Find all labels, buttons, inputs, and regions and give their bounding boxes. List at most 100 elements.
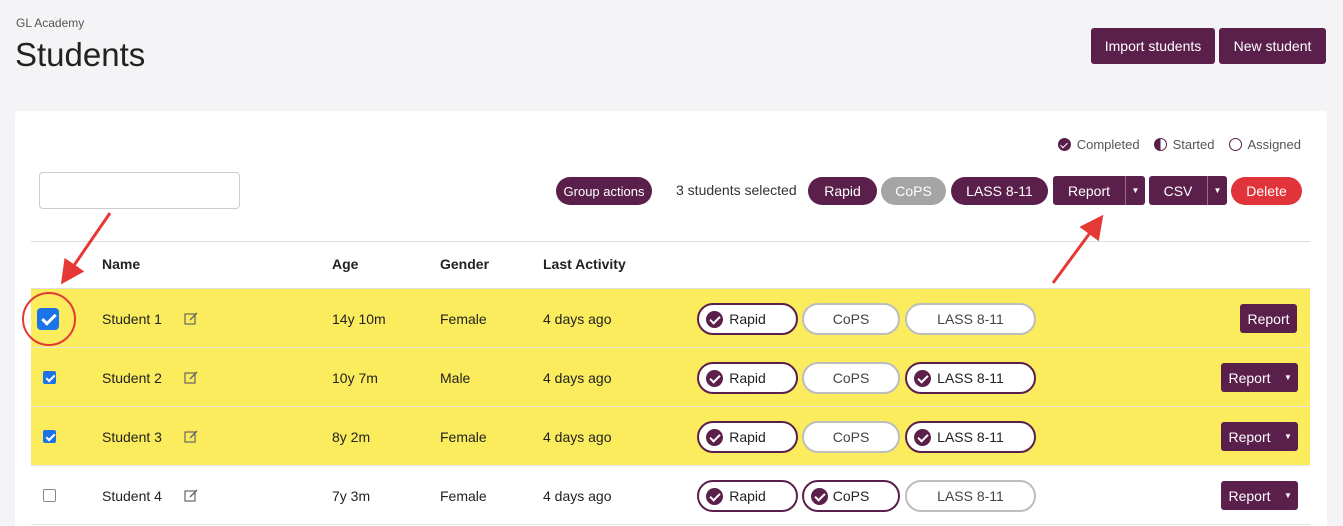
legend-assigned: Assigned xyxy=(1228,137,1301,152)
test-pill-label: LASS 8-11 xyxy=(937,488,1004,504)
student-age: 10y 7m xyxy=(332,369,378,386)
col-header-name[interactable]: Name xyxy=(102,256,140,272)
search-input[interactable] xyxy=(39,172,240,209)
test-pill[interactable]: CoPS xyxy=(802,362,900,394)
test-pill-label: CoPS xyxy=(832,311,870,327)
caret-down-icon[interactable]: ▼ xyxy=(1278,422,1298,451)
legend-started-label: Started xyxy=(1172,137,1215,152)
student-name[interactable]: Student 3 xyxy=(102,407,162,466)
group-cops-button[interactable]: CoPS xyxy=(881,177,946,205)
completed-check-icon xyxy=(706,488,723,505)
completed-check-icon xyxy=(706,370,723,387)
col-header-last-activity[interactable]: Last Activity xyxy=(543,256,626,272)
test-pill[interactable]: Rapid xyxy=(697,303,798,335)
edit-icon[interactable] xyxy=(184,311,198,325)
student-age: 14y 10m xyxy=(332,310,386,327)
student-last-activity: 4 days ago xyxy=(543,369,612,386)
legend-started: Started xyxy=(1153,137,1215,152)
assigned-icon xyxy=(1228,138,1242,151)
group-actions-button[interactable]: Group actions xyxy=(556,177,652,205)
student-last-activity: 4 days ago xyxy=(543,310,612,327)
test-pill-label: CoPS xyxy=(832,370,870,386)
legend-assigned-label: Assigned xyxy=(1247,137,1301,152)
test-pill[interactable]: LASS 8-11 xyxy=(905,421,1036,453)
student-last-activity: 4 days ago xyxy=(543,487,612,504)
selected-count: 3 students selected xyxy=(676,182,797,198)
student-name[interactable]: Student 2 xyxy=(102,348,162,407)
table-row[interactable]: Student 1 14y 10m Female 4 days ago Rapid CoP… xyxy=(31,289,1310,348)
legend-completed-label: Completed xyxy=(1076,137,1140,152)
new-student-button[interactable]: New student xyxy=(1219,28,1326,64)
completed-check-icon xyxy=(914,429,931,446)
edit-icon[interactable] xyxy=(184,429,198,443)
edit-icon[interactable] xyxy=(184,370,198,384)
test-pill[interactable]: Rapid xyxy=(697,480,798,512)
row-report-label[interactable]: Report xyxy=(1221,363,1278,392)
row-report-button[interactable]: Report ▼ xyxy=(1221,481,1298,510)
row-checkbox[interactable] xyxy=(43,371,56,384)
student-last-activity: 4 days ago xyxy=(543,428,612,445)
test-pill[interactable]: CoPS xyxy=(802,303,900,335)
row-report-button[interactable]: Report ▼ xyxy=(1221,363,1298,392)
student-gender: Male xyxy=(440,369,471,386)
col-header-age[interactable]: Age xyxy=(332,256,358,272)
test-pill-label: CoPS xyxy=(832,429,870,445)
test-pill[interactable]: LASS 8-11 xyxy=(905,480,1036,512)
group-lass-button[interactable]: LASS 8-11 xyxy=(951,177,1048,205)
caret-down-icon[interactable]: ▼ xyxy=(1278,481,1298,510)
test-pill[interactable]: Rapid xyxy=(697,421,798,453)
table-row[interactable]: Student 4 7y 3m Female 4 days ago Rapid CoPS L… xyxy=(31,466,1310,525)
test-pill[interactable]: Rapid xyxy=(697,362,798,394)
group-report-label[interactable]: Report xyxy=(1053,176,1125,205)
started-icon xyxy=(1153,138,1167,151)
edit-icon[interactable] xyxy=(184,488,198,502)
student-name[interactable]: Student 4 xyxy=(102,466,162,525)
row-report-button[interactable]: Report xyxy=(1240,304,1297,333)
row-checkbox-cell xyxy=(43,466,56,525)
group-delete-button[interactable]: Delete xyxy=(1231,177,1302,205)
test-pill-label: LASS 8-11 xyxy=(937,311,1004,327)
row-report-label[interactable]: Report xyxy=(1221,481,1278,510)
completed-check-icon xyxy=(914,370,931,387)
test-pill[interactable]: LASS 8-11 xyxy=(905,362,1036,394)
completed-icon xyxy=(1057,138,1071,151)
test-pill[interactable]: CoPS xyxy=(802,480,900,512)
completed-check-icon xyxy=(706,311,723,328)
col-header-gender[interactable]: Gender xyxy=(440,256,489,272)
legend-completed: Completed xyxy=(1057,137,1140,152)
row-checkbox-cell xyxy=(43,407,56,466)
row-report-label[interactable]: Report xyxy=(1240,304,1297,333)
table-row[interactable]: Student 3 8y 2m Female 4 days ago Rapid CoPS L… xyxy=(31,407,1310,466)
row-checkbox[interactable] xyxy=(43,489,56,502)
org-name: GL Academy xyxy=(16,16,85,30)
student-gender: Female xyxy=(440,428,487,445)
caret-down-icon[interactable]: ▼ xyxy=(1278,363,1298,392)
caret-down-icon[interactable]: ▼ xyxy=(1125,176,1145,205)
row-checkbox[interactable] xyxy=(37,307,59,330)
student-name[interactable]: Student 1 xyxy=(102,289,162,348)
group-csv-label[interactable]: CSV xyxy=(1149,176,1207,205)
student-age: 8y 2m xyxy=(332,428,371,445)
test-pill-label: Rapid xyxy=(729,488,766,504)
row-checkbox-cell xyxy=(37,289,59,348)
group-report-dropdown[interactable]: Report ▼ xyxy=(1053,176,1145,205)
completed-check-icon xyxy=(706,429,723,446)
row-report-button[interactable]: Report ▼ xyxy=(1221,422,1298,451)
test-pill[interactable]: CoPS xyxy=(802,421,900,453)
test-pill-label: Rapid xyxy=(729,311,766,327)
group-csv-dropdown[interactable]: CSV ▼ xyxy=(1149,176,1227,205)
group-rapid-button[interactable]: Rapid xyxy=(808,177,877,205)
test-pill-label: LASS 8-11 xyxy=(937,370,1004,386)
table-row[interactable]: Student 2 10y 7m Male 4 days ago Rapid CoPS LA… xyxy=(31,348,1310,407)
student-gender: Female xyxy=(440,310,487,327)
import-students-button[interactable]: Import students xyxy=(1091,28,1215,64)
status-legend: Completed Started Assigned xyxy=(1057,137,1301,152)
row-checkbox[interactable] xyxy=(43,430,56,443)
student-gender: Female xyxy=(440,487,487,504)
caret-down-icon[interactable]: ▼ xyxy=(1207,176,1227,205)
test-pill-label: LASS 8-11 xyxy=(937,429,1004,445)
test-pill[interactable]: LASS 8-11 xyxy=(905,303,1036,335)
student-age: 7y 3m xyxy=(332,487,371,504)
row-report-label[interactable]: Report xyxy=(1221,422,1278,451)
test-pill-label: Rapid xyxy=(729,429,766,445)
